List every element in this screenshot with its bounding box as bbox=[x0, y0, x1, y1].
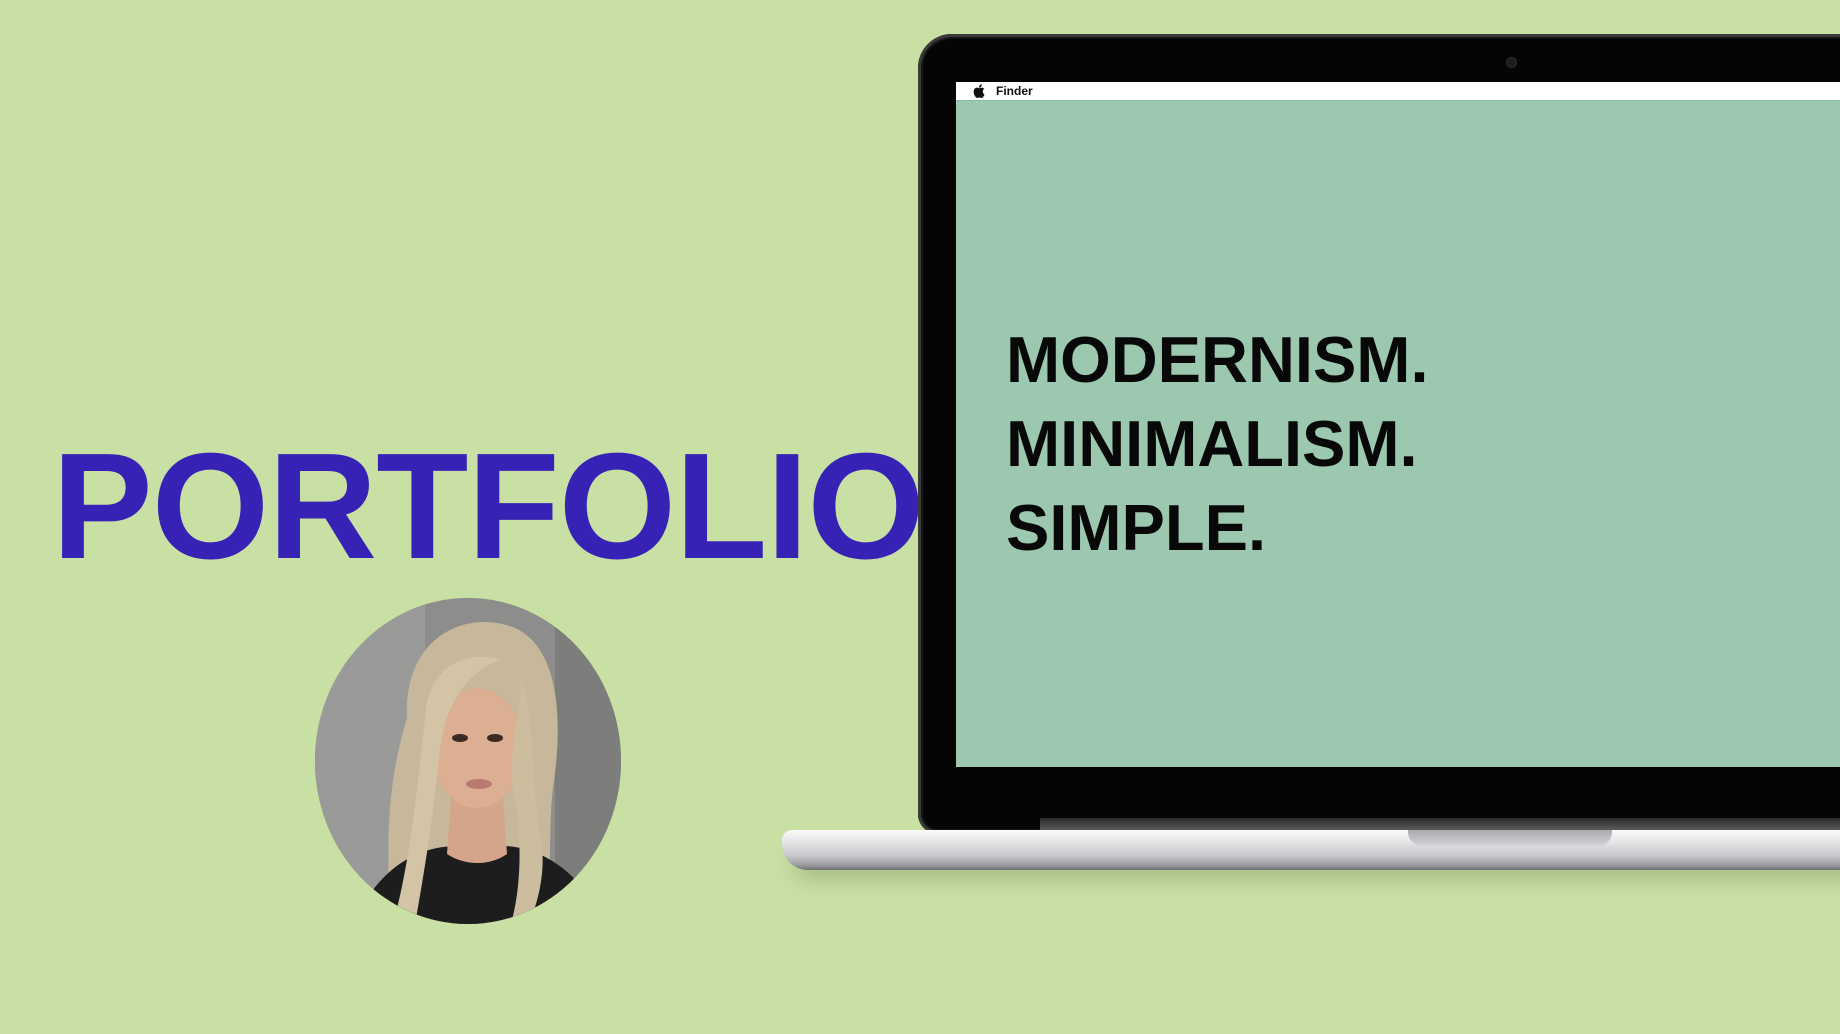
headline-line-minimalism: MINIMALISM. bbox=[1006, 407, 1418, 480]
headline-line-modernism: MODERNISM. bbox=[1006, 323, 1429, 396]
laptop-base bbox=[782, 830, 1840, 870]
apple-logo-icon[interactable] bbox=[972, 84, 986, 98]
laptop-hinge bbox=[1040, 818, 1840, 830]
headline-line-simple: SIMPLE. bbox=[1006, 491, 1267, 564]
menu-item-finder[interactable]: Finder bbox=[996, 84, 1033, 98]
avatar bbox=[315, 598, 621, 924]
avatar-photo bbox=[315, 598, 621, 924]
laptop-screen: Finder MODERNISM. MINIMALISM. SIMPLE. bbox=[956, 82, 1840, 767]
menu-bar: Finder bbox=[956, 82, 1840, 100]
headline: MODERNISM. MINIMALISM. SIMPLE. bbox=[1006, 318, 1429, 570]
laptop-opening-notch bbox=[1408, 830, 1612, 846]
webcam-icon bbox=[1507, 58, 1516, 67]
portfolio-title: PORTFOLIO bbox=[52, 421, 925, 590]
